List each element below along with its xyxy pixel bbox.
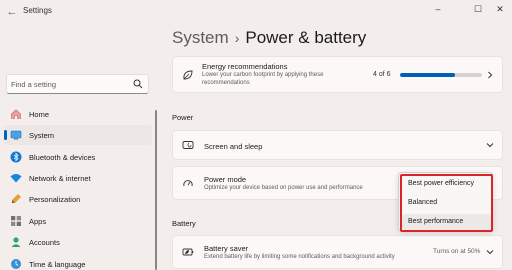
power-mode-option-balanced[interactable]: Balanced [402,195,491,211]
breadcrumb: System › Power & battery [172,28,366,48]
battery-saver-subtitle: Extend battery life by limiting some not… [204,254,395,260]
sidebar-item-bluetooth[interactable]: Bluetooth & devices [4,147,152,167]
chevron-right-icon [488,71,493,79]
power-mode-dropdown[interactable]: Best power efficiency Balanced Best perf… [398,172,493,231]
search-icon[interactable] [133,79,143,89]
energy-title: Energy recommendations [202,62,288,71]
search-input[interactable] [11,78,129,91]
energy-progress-label: 4 of 6 [373,71,391,78]
battery-section-label: Battery [172,219,196,228]
leaf-icon [183,70,193,80]
breadcrumb-separator: › [234,30,240,46]
app-title: Settings [23,6,52,15]
battery-saver-icon [182,248,194,256]
chevron-down-icon[interactable] [486,248,494,256]
accounts-icon [11,237,21,247]
title-bar: ← Settings – ☐ ✕ [0,0,512,24]
sidebar-item-personalization[interactable]: Personalization [4,189,152,209]
sidebar-item-label: Bluetooth & devices [29,153,96,162]
chevron-down-icon [486,143,494,148]
page-title: Power & battery [245,28,367,47]
power-mode-option-performance[interactable]: Best performance [402,214,491,230]
close-button[interactable]: ✕ [490,2,510,16]
time-language-icon [11,259,21,269]
sidebar-item-label: System [29,131,55,140]
screen-sleep-icon [182,141,194,149]
energy-progress-bar [400,73,482,77]
active-indicator [4,130,7,140]
battery-saver-status: Turns on at 50% [433,248,481,255]
sidebar-item-system[interactable]: System [4,125,152,145]
sidebar-item-time-language[interactable]: Time & language [4,254,152,270]
sidebar-item-label: Personalization [29,195,81,204]
maximize-button[interactable]: ☐ [468,2,488,16]
sidebar-item-label: Home [29,110,50,119]
energy-progress-fill [400,73,455,77]
sidebar-item-label: Network & internet [29,174,91,183]
system-icon [10,130,22,140]
power-mode-icon [183,180,193,187]
sidebar-item-network[interactable]: Network & internet [4,168,152,188]
power-section-label: Power [172,113,194,122]
battery-saver-card[interactable]: Battery saver Extend battery life by lim… [172,235,503,269]
breadcrumb-parent[interactable]: System [172,28,229,47]
sidebar-item-label: Accounts [29,238,60,247]
screen-sleep-title: Screen and sleep [204,142,263,151]
bluetooth-icon [10,151,22,163]
sidebar-item-apps[interactable]: Apps [4,211,152,231]
power-mode-title: Power mode [204,175,247,184]
sidebar-item-home[interactable]: Home [4,104,152,124]
back-button[interactable]: ← [4,4,20,20]
power-mode-subtitle: Optimize your device based on power use … [204,185,363,191]
sidebar-item-label: Time & language [29,260,86,269]
power-mode-option-efficiency[interactable]: Best power efficiency [402,176,491,192]
search-box[interactable] [6,74,149,94]
brush-icon [12,194,21,203]
back-arrow-icon: ← [6,6,18,18]
screen-sleep-card[interactable]: Screen and sleep [172,130,503,160]
energy-subtitle: Lower your carbon footprint by applying … [202,72,324,86]
home-icon [11,109,21,119]
wifi-icon [10,174,22,183]
battery-saver-title: Battery saver [204,244,249,253]
sidebar-scrollbar[interactable] [155,110,157,270]
sidebar-item-accounts[interactable]: Accounts [4,232,152,252]
sidebar-item-label: Apps [29,217,47,226]
minimize-button[interactable]: – [428,2,448,16]
energy-recommendations-card[interactable]: Energy recommendations Lower your carbon… [172,56,503,93]
apps-icon [11,216,21,226]
